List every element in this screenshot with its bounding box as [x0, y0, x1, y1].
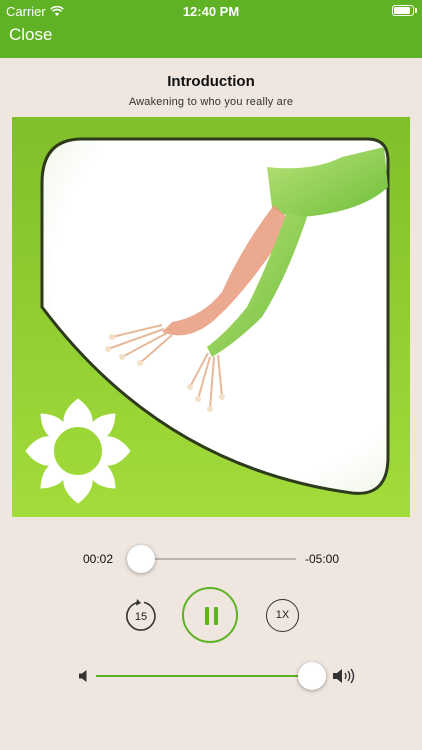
- track-artwork: [12, 117, 410, 517]
- rewind-icon: 15: [126, 599, 156, 631]
- close-button[interactable]: Close: [9, 25, 52, 45]
- progress-thumb[interactable]: [127, 545, 156, 573]
- app-header: Carrier 12:40 PM Close: [0, 0, 422, 58]
- track-title: Introduction: [167, 73, 255, 90]
- playback-speed-button[interactable]: 1X: [266, 599, 299, 632]
- remaining-time: -05:00: [305, 552, 340, 566]
- status-bar: Carrier 12:40 PM: [0, 0, 422, 22]
- skip-back-label: 15: [135, 611, 147, 623]
- volume-high-icon: [333, 668, 355, 684]
- pause-icon: [205, 607, 209, 625]
- volume-slider: [0, 662, 422, 690]
- track-subtitle: Awakening to who you really are: [128, 96, 294, 108]
- elapsed-time: 00:02: [83, 552, 114, 566]
- clock: 12:40 PM: [182, 4, 240, 19]
- volume-track-filled[interactable]: [96, 675, 312, 677]
- skip-back-button[interactable]: 15: [124, 599, 158, 633]
- pause-button[interactable]: [182, 587, 238, 643]
- progress-bar: 00:02 -05:00: [0, 545, 422, 573]
- battery-icon: [392, 5, 417, 16]
- volume-thumb[interactable]: [298, 662, 326, 690]
- playback-controls: 15 1X: [0, 586, 422, 646]
- artwork-illustration: [12, 117, 410, 517]
- volume-low-icon: [79, 670, 87, 682]
